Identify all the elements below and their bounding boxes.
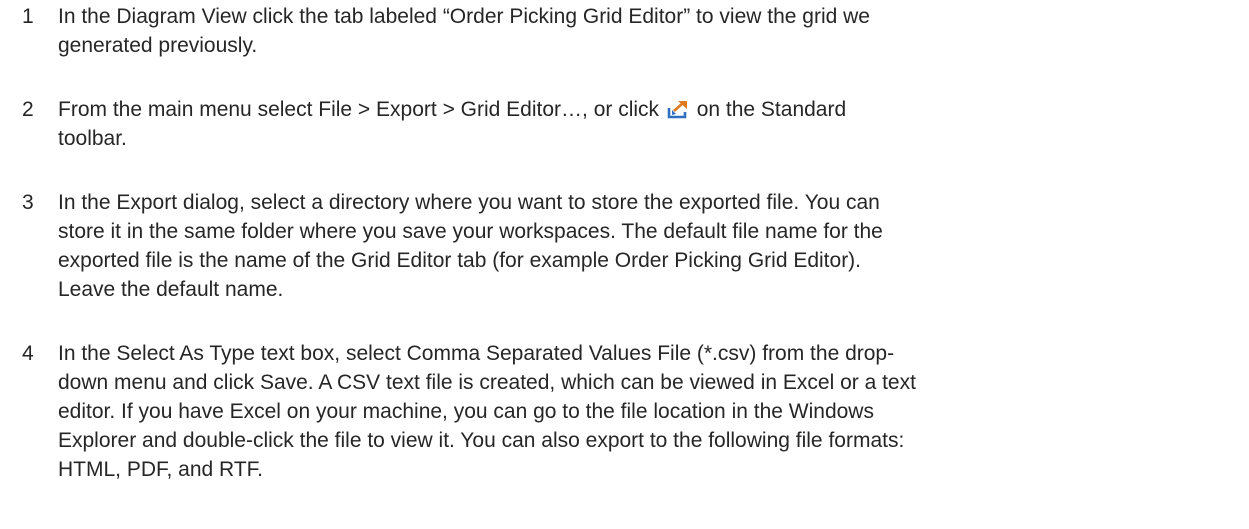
step-line: In the Diagram View click the tab labele… [58, 5, 870, 28]
step-line: down menu and click Save. A CSV text fil… [58, 371, 916, 394]
step-line: editor. If you have Excel on your machin… [58, 400, 874, 423]
instruction-document: 1 In the Diagram View click the tab labe… [0, 0, 1249, 529]
step-number: 1 [22, 5, 34, 28]
step-text: From the main menu select File > Export … [58, 95, 1228, 153]
step-number: 3 [22, 191, 34, 214]
step-number: 4 [22, 342, 34, 365]
step-line: In the Select As Type text box, select C… [58, 342, 895, 365]
step-text: In the Select As Type text box, select C… [58, 339, 1228, 484]
step-line: Explorer and double-click the file to vi… [58, 429, 905, 452]
export-icon [667, 101, 687, 119]
step-line: store it in the same folder where you sa… [58, 220, 883, 243]
step-text: In the Export dialog, select a directory… [58, 188, 1228, 304]
step-text-before-icon: From the main menu select File > Export … [58, 98, 665, 121]
step-line: toolbar. [58, 127, 127, 150]
step-line: HTML, PDF, and RTF. [58, 458, 263, 481]
step-number: 2 [22, 98, 34, 121]
step-line: exported file is the name of the Grid Ed… [58, 249, 862, 272]
step-text-after-icon: on the Standard [690, 98, 847, 121]
step-text: In the Diagram View click the tab labele… [58, 2, 1228, 60]
step-line: In the Export dialog, select a directory… [58, 191, 880, 214]
step-line: Leave the default name. [58, 278, 284, 301]
step-line: generated previously. [58, 34, 258, 57]
step-line: From the main menu select File > Export … [58, 95, 1228, 124]
